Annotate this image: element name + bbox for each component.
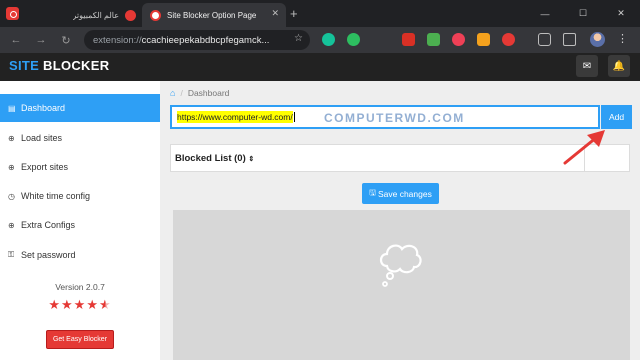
mail-icon: ✉: [582, 60, 592, 72]
bell-icon: 🔔: [612, 60, 626, 72]
star-icon: ★: [73, 297, 87, 312]
blocked-list-title[interactable]: Blocked List (0) ⇕: [175, 153, 254, 164]
grammarly-icon[interactable]: [322, 33, 335, 46]
home-icon[interactable]: ⌂: [170, 88, 175, 98]
browser-app-icon[interactable]: [6, 7, 19, 20]
mail-button[interactable]: ✉: [576, 55, 598, 77]
watermark: COMPUTERWD.COM: [324, 111, 465, 125]
sidebar-item-white-time-config[interactable]: ◷ White time config: [0, 182, 160, 210]
thought-cloud-icon: [379, 244, 422, 287]
brand-part-site: SITE: [9, 58, 40, 73]
sidebar-item-label: Set password: [21, 250, 76, 260]
calendar-ext-icon[interactable]: [402, 33, 415, 46]
browser-toolbar: ← → ↻ extension:// ccachieepekabdbcpfega…: [0, 27, 640, 53]
sort-icon: ⇕: [248, 156, 255, 163]
tab-title: عالم الكمبيوتر: [72, 10, 120, 20]
sidebar-item-label: Dashboard: [21, 103, 66, 113]
reload-icon[interactable]: ↻: [58, 32, 74, 48]
sidebar-item-label: Export sites: [21, 162, 69, 172]
bookmark-star-icon[interactable]: ☆: [294, 33, 303, 44]
rating-stars[interactable]: ★★★★★: [0, 297, 160, 313]
tab-computer-world[interactable]: عالم الكمبيوتر: [30, 3, 142, 27]
save-changes-button[interactable]: 🖫 Save changes: [362, 183, 439, 204]
notifications-button[interactable]: 🔔: [608, 55, 630, 77]
sheet-ext-icon[interactable]: [427, 33, 440, 46]
brand-part-blocker: BLOCKER: [39, 58, 110, 73]
sidebar-item-dashboard[interactable]: ▤ Dashboard: [0, 94, 160, 122]
download-icon: ⊕: [8, 162, 15, 172]
version-label: Version 2.0.7: [55, 282, 105, 292]
sidebar-item-load-sites[interactable]: ⊕ Load sites: [0, 124, 160, 152]
back-icon[interactable]: ←: [8, 32, 24, 48]
sidebar: ▤ Dashboard ⊕ Load sites ⊕ Export sites …: [0, 81, 160, 360]
text-caret: [293, 112, 295, 122]
app-header: SITE BLOCKER ✉ 🔔: [0, 53, 640, 81]
block-favicon-icon: [150, 9, 161, 21]
site-url-value: https://www.computer-wd.com/: [177, 111, 293, 123]
breadcrumb-current: Dashboard: [187, 88, 230, 98]
sidebar-item-label: White time config: [21, 191, 91, 201]
plus-circle-icon: ⊕: [8, 220, 15, 230]
sidebar-item-label: Extra Configs: [21, 220, 76, 230]
sidebar-item-extra-configs[interactable]: ⊕ Extra Configs: [0, 211, 160, 239]
star-icon: ★: [61, 297, 74, 312]
tab-site-blocker[interactable]: Site Blocker Option Page ✕: [142, 3, 286, 27]
sidebar-item-export-sites[interactable]: ⊕ Export sites: [0, 153, 160, 181]
pocket-ext-icon[interactable]: [452, 33, 465, 46]
keyboard-ext-icon[interactable]: [538, 33, 551, 46]
app-body: ▤ Dashboard ⊕ Load sites ⊕ Export sites …: [0, 81, 640, 360]
lock-icon: ⚿: [8, 250, 15, 259]
browser-tabbar: عالم الكمبيوتر Site Blocker Option Page …: [0, 0, 640, 27]
forward-icon[interactable]: →: [33, 32, 49, 48]
profile-avatar[interactable]: [590, 32, 605, 47]
breadcrumb-separator: /: [180, 88, 183, 98]
extensions-puzzle-icon[interactable]: [563, 33, 576, 46]
breadcrumb: ⌂ / Dashboard: [170, 88, 229, 98]
window-controls: — ☐ ✕: [526, 0, 640, 27]
maximize-icon[interactable]: ☐: [564, 0, 602, 27]
new-tab-icon[interactable]: +: [290, 6, 298, 21]
rss-ext-icon[interactable]: [477, 33, 490, 46]
sidebar-item-label: Load sites: [21, 133, 63, 143]
star-icon: ★: [48, 297, 62, 312]
minimize-icon[interactable]: —: [526, 0, 564, 27]
clock-icon: ◷: [8, 191, 15, 201]
half-star-icon: ★: [98, 297, 112, 312]
menu-kebab-icon[interactable]: ⋮: [617, 32, 628, 45]
star-icon: ★: [86, 297, 99, 312]
annotation-arrow-icon: [563, 130, 605, 165]
get-easy-blocker-button[interactable]: Get Easy Blocker: [46, 330, 114, 349]
tab-title: Site Blocker Option Page: [167, 10, 257, 20]
upload-icon: ⊕: [8, 133, 15, 143]
save-changes-label: Save changes: [377, 188, 432, 199]
address-protocol: extension://: [93, 34, 142, 46]
block-ext-icon[interactable]: [502, 33, 515, 46]
evernote-icon[interactable]: [347, 33, 360, 46]
empty-state-panel: [173, 210, 630, 360]
add-button[interactable]: Add: [601, 105, 632, 129]
sidebar-item-set-password[interactable]: ⚿ Set password: [0, 241, 160, 269]
dashboard-icon: ▤: [8, 103, 16, 113]
address-bar[interactable]: extension:// ccachieepekabdbcpfegamck...…: [84, 30, 310, 50]
brand-logo: SITE BLOCKER: [9, 58, 109, 73]
close-tab-icon[interactable]: ✕: [271, 8, 279, 19]
floppy-disk-icon: 🖫: [369, 187, 376, 197]
close-icon[interactable]: ✕: [602, 0, 640, 27]
address-path: ccachieepekabdbcpfegamck...: [141, 34, 270, 46]
red-favicon-icon: [125, 9, 136, 21]
main-content: ⌂ / Dashboard https://www.computer-wd.co…: [160, 81, 640, 360]
